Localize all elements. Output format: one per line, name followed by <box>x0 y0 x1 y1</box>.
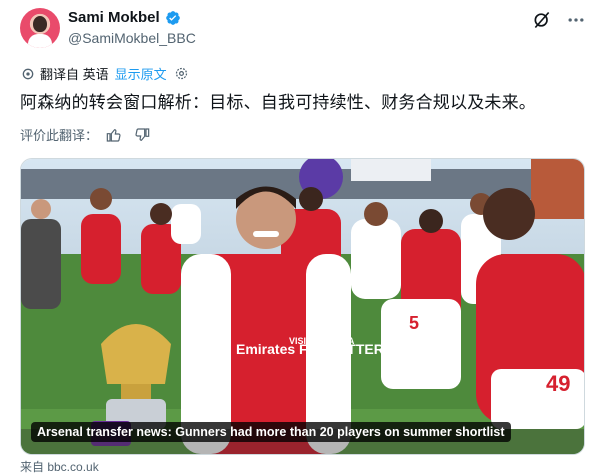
translation-row: 翻译自 英语 显示原文 <box>20 64 189 83</box>
tweet-header: Sami Mokbel @SamiMokbel_BBC <box>20 6 590 50</box>
avatar-body <box>28 34 52 48</box>
avatar[interactable] <box>20 8 60 48</box>
avatar-face <box>33 16 47 32</box>
grok-icon[interactable] <box>532 10 552 30</box>
translate-gear-icon <box>22 68 34 79</box>
rate-translation-row: 评价此翻译： <box>20 125 150 144</box>
shirt-number-5: 5 <box>409 313 419 333</box>
tweet-text: 阿森纳的转会窗口解析：目标、自我可持续性、财务合规以及未来。 <box>20 93 536 112</box>
thumbs-up-icon[interactable] <box>106 127 122 143</box>
translation-label: 翻译自 英语 <box>40 67 109 82</box>
verified-icon <box>165 10 180 25</box>
display-name[interactable]: Sami Mokbel <box>68 9 160 26</box>
name-row: Sami Mokbel <box>68 9 181 26</box>
more-icon[interactable] <box>566 10 586 30</box>
rate-translation-label: 评价此翻译： <box>20 128 99 143</box>
shirt-number-49: 49 <box>546 371 570 396</box>
handle[interactable]: @SamiMokbel_BBC <box>68 30 196 46</box>
sleeve-sponsor-text: VISIT RWANDA <box>289 336 355 346</box>
settings-icon[interactable] <box>174 66 189 81</box>
show-original-link[interactable]: 显示原文 <box>115 64 167 83</box>
header-actions <box>532 10 586 30</box>
article-photo: Emirates FLY BETTER VISIT RWANDA 49 5 <box>21 159 584 454</box>
card-caption: Arsenal transfer news: Gunners had more … <box>31 422 511 442</box>
link-card[interactable]: Emirates FLY BETTER VISIT RWANDA 49 5 Ar… <box>20 158 585 455</box>
card-source[interactable]: 来自 bbc.co.uk <box>20 458 99 475</box>
thumbs-down-icon[interactable] <box>134 127 150 143</box>
